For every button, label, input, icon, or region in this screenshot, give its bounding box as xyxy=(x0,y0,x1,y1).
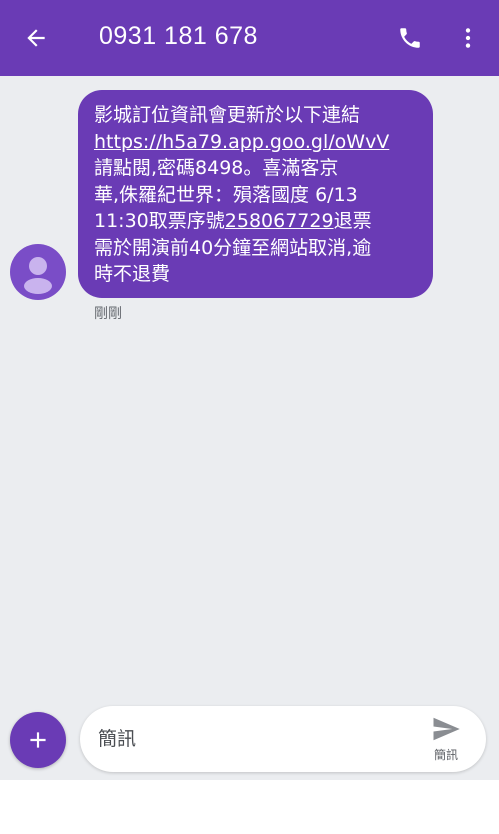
message-line: 影城訂位資訊會更新於以下連結 xyxy=(94,104,361,126)
send-type-label: 簡訊 xyxy=(433,748,458,762)
back-button[interactable] xyxy=(14,16,58,60)
add-attachment-button[interactable] xyxy=(10,712,66,768)
phone-icon xyxy=(400,28,420,48)
message-input[interactable] xyxy=(98,724,398,754)
message-timestamp: 剛剛 xyxy=(94,306,122,322)
bottom-spacer xyxy=(0,780,499,834)
ticket-number-link[interactable]: 258067729 xyxy=(225,210,334,232)
person-icon xyxy=(24,257,52,294)
plus-icon xyxy=(30,732,46,748)
messaging-screen: 0931 181 678 影城訂位資訊會更新於以下連結 https://h5a7… xyxy=(0,0,499,834)
arrow-left-icon xyxy=(27,29,45,47)
message-link[interactable]: https://h5a79.app.goo.gl/oWvV xyxy=(94,131,389,153)
message-line: 需於開演前40分鐘至網站取消,逾 xyxy=(94,236,372,259)
conversation-area[interactable]: 影城訂位資訊會更新於以下連結 https://h5a79.app.goo.gl/… xyxy=(0,76,499,780)
message-line: 請點閱,密碼8498。喜滿客京 xyxy=(94,157,339,179)
more-options-button[interactable] xyxy=(446,16,490,60)
call-button[interactable] xyxy=(388,16,432,60)
incoming-message-bubble[interactable]: 影城訂位資訊會更新於以下連結 https://h5a79.app.goo.gl/… xyxy=(78,90,433,298)
message-line-ticket: 11:30取票序號258067729退票 xyxy=(94,208,419,235)
contact-avatar[interactable] xyxy=(10,244,66,300)
contact-phone-number: 0931 181 678 xyxy=(99,22,258,50)
compose-bar: 簡訊 xyxy=(80,706,486,772)
send-icon xyxy=(433,717,460,741)
message-line: 華,侏羅紀世界：殞落國度 6/13 xyxy=(94,183,358,206)
send-button[interactable]: 簡訊 xyxy=(424,714,468,766)
message-link-line: https://h5a79.app.goo.gl/oWvV xyxy=(94,129,419,156)
message-text: 11:30取票序號 xyxy=(94,210,225,232)
message-line: 時不退費 xyxy=(94,263,171,285)
message-text: 退票 xyxy=(333,210,372,232)
more-vertical-icon xyxy=(465,28,471,48)
app-bar: 0931 181 678 xyxy=(0,0,499,76)
